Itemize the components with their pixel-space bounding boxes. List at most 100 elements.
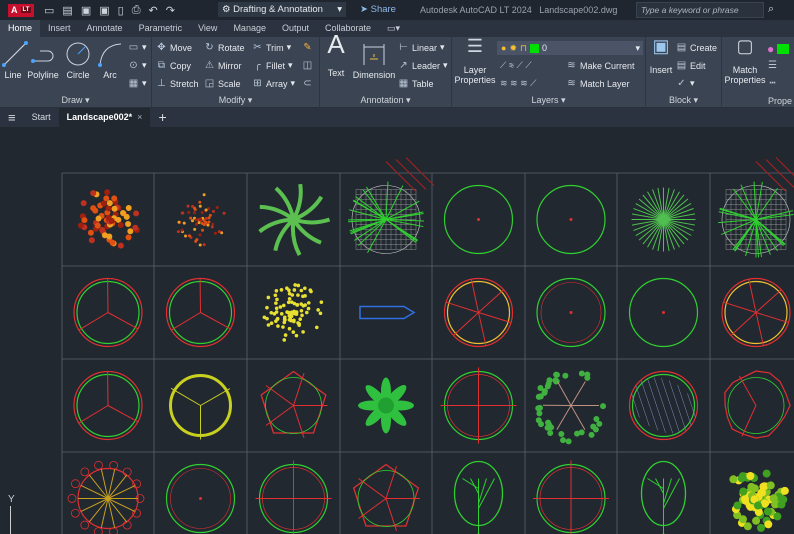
scale-button[interactable]: ◲ Scale (204, 78, 241, 89)
search-icon[interactable]: ⌕ (768, 3, 774, 16)
landscape-symbol-cross[interactable] (441, 368, 517, 444)
layer-dropdown[interactable]: ● ✹ ⊓ 0 ▾ (497, 41, 643, 55)
circle-button[interactable]: Circle (64, 41, 92, 80)
rectangle-button[interactable]: ▭ ▾ (128, 42, 147, 53)
print-icon[interactable]: ⎙ (132, 4, 141, 17)
publish-icon[interactable]: ▯ (118, 4, 124, 17)
insert-button[interactable]: ▣ Insert (648, 41, 674, 75)
annotation-panel-label[interactable]: Annotation ▾ (320, 95, 451, 106)
landscape-symbol-yellow-dots[interactable] (263, 283, 324, 342)
landscape-symbol-blob[interactable] (725, 371, 790, 438)
save-icon[interactable]: ▣ (81, 4, 91, 17)
workspace-select[interactable]: ⚙ Drafting & Annotation ▾ (218, 2, 346, 17)
trim-button[interactable]: ✂ Trim ▾ (252, 42, 291, 53)
table-button[interactable]: ▦ Table (398, 78, 434, 89)
landscape-symbol-circle-shade[interactable] (444, 186, 512, 262)
landscape-symbol-star-green[interactable] (358, 377, 414, 433)
leader-button[interactable]: ↗ Leader ▾ (398, 60, 448, 71)
panel-toggle-icon[interactable]: ▭▾ (379, 20, 408, 37)
fillet-button[interactable]: ╭ Fillet ▾ (252, 60, 293, 71)
landscape-symbol-spokes[interactable] (722, 279, 790, 347)
tab-manage[interactable]: Manage (225, 20, 274, 37)
landscape-symbol-spoke3[interactable] (74, 372, 142, 440)
new-tab-button[interactable]: + (150, 108, 174, 127)
landscape-symbol-burst[interactable] (78, 189, 140, 248)
rotate-button[interactable]: ↻ Rotate (204, 42, 245, 53)
tab-parametric[interactable]: Parametric (131, 20, 191, 37)
color-control[interactable]: ● (767, 42, 789, 56)
tab-insert[interactable]: Insert (40, 20, 79, 37)
landscape-symbol-brown-tree[interactable] (535, 370, 606, 444)
text-button[interactable]: A Text (324, 39, 348, 78)
search-input[interactable]: Type a keyword or phrase (636, 2, 764, 18)
offset-button[interactable]: ⊂ (302, 78, 313, 89)
close-icon[interactable]: × (137, 112, 142, 122)
move-button[interactable]: ✥ Move (156, 42, 192, 53)
block-attributes-button[interactable]: ✓ ▾ (676, 78, 695, 89)
redo-icon[interactable]: ↷ (166, 4, 175, 17)
new-icon[interactable]: ▭ (44, 4, 54, 17)
dimension-button[interactable]: Dimension (352, 41, 396, 80)
create-block-button[interactable]: ▤ Create (676, 42, 717, 53)
landscape-symbol-spoke3[interactable] (74, 279, 142, 347)
landscape-symbol-star[interactable] (632, 188, 696, 252)
tab-annotate[interactable]: Annotate (79, 20, 131, 37)
linear-button[interactable]: ⊢ Linear ▾ (398, 42, 445, 53)
hatch-button[interactable]: ▦ ▾ (128, 78, 147, 89)
landscape-symbol-green-dots[interactable] (729, 470, 788, 532)
tab-start[interactable]: Start (24, 108, 59, 127)
match-layer-button[interactable]: ≋ Match Layer (566, 78, 630, 89)
landscape-symbol-circle-dot[interactable] (537, 279, 605, 347)
landscape-symbol-cross[interactable] (256, 461, 332, 534)
modify-panel-label[interactable]: Modify ▾ (152, 95, 319, 106)
share-button[interactable]: ➤ Share (360, 4, 396, 15)
landscape-symbol-red-shrub[interactable] (177, 193, 226, 246)
make-current-button[interactable]: ≋ Make Current (566, 60, 635, 71)
draw-panel-label[interactable]: Draw ▾ (0, 95, 151, 106)
landscape-symbol-spokes[interactable] (445, 279, 513, 347)
match-properties-button[interactable]: ▢ Match Properties (724, 41, 766, 85)
explode-button[interactable]: ◫ (302, 60, 313, 71)
ellipse-button[interactable]: ⊙ ▾ (128, 60, 147, 71)
landscape-symbol-boat[interactable] (360, 307, 414, 319)
layer-tools-row-1[interactable]: ⟋ ≋ ⟋ ⟋ (500, 60, 532, 71)
landscape-symbol-scallop[interactable] (68, 461, 144, 534)
landscape-symbol-elev-tree[interactable] (455, 462, 503, 534)
landscape-symbol-palm[interactable] (260, 184, 330, 255)
tab-home[interactable]: Home (0, 20, 40, 37)
landscape-symbol-circle-dot[interactable] (167, 465, 235, 533)
landscape-symbol-circle-shade[interactable] (537, 186, 605, 262)
properties-panel-label[interactable]: Prope (768, 96, 794, 106)
save-as-icon[interactable]: ▣ (99, 4, 109, 17)
lineweight-control[interactable]: ☰ (767, 60, 778, 71)
landscape-symbol-circle-shade[interactable] (629, 279, 697, 355)
undo-icon[interactable]: ↶ (149, 4, 158, 17)
landscape-symbol-hatch-tree[interactable] (718, 158, 794, 258)
block-panel-label[interactable]: Block ▾ (646, 95, 721, 106)
linetype-control[interactable]: ┅ (767, 78, 778, 89)
array-button[interactable]: ⊞ Array ▾ (252, 78, 295, 89)
drawing-canvas[interactable] (0, 127, 794, 534)
app-logo[interactable]: A LT (8, 4, 34, 17)
line-button[interactable]: Line (2, 41, 24, 80)
landscape-symbol-cross[interactable] (533, 461, 609, 534)
mirror-button[interactable]: ⚠ Mirror (204, 60, 242, 71)
erase-button[interactable]: ✎ (302, 42, 313, 53)
landscape-symbol-yellow-tri[interactable] (171, 376, 231, 440)
layer-properties-button[interactable]: ☰ Layer Properties (454, 41, 496, 85)
tab-output[interactable]: Output (274, 20, 317, 37)
landscape-symbol-crosshatch[interactable] (630, 372, 698, 440)
edit-block-button[interactable]: ▤ Edit (676, 60, 706, 71)
layer-tools-row-2[interactable]: ≋ ≋ ≋ ⟋ (500, 78, 536, 89)
menu-icon[interactable]: ≡ (0, 108, 24, 127)
landscape-symbol-pentagon[interactable] (354, 465, 420, 531)
landscape-symbol-hatch-tree[interactable] (348, 158, 434, 254)
polyline-button[interactable]: Polyline (26, 41, 60, 80)
tab-collaborate[interactable]: Collaborate (317, 20, 379, 37)
landscape-symbol-pentagon[interactable] (261, 372, 327, 438)
tab-view[interactable]: View (190, 20, 225, 37)
landscape-symbol-spoke3g[interactable] (167, 279, 235, 347)
arc-button[interactable]: Arc (96, 41, 124, 80)
landscape-symbol-elev-tree2[interactable] (642, 462, 686, 534)
stretch-button[interactable]: ⊥ Stretch (156, 78, 199, 89)
